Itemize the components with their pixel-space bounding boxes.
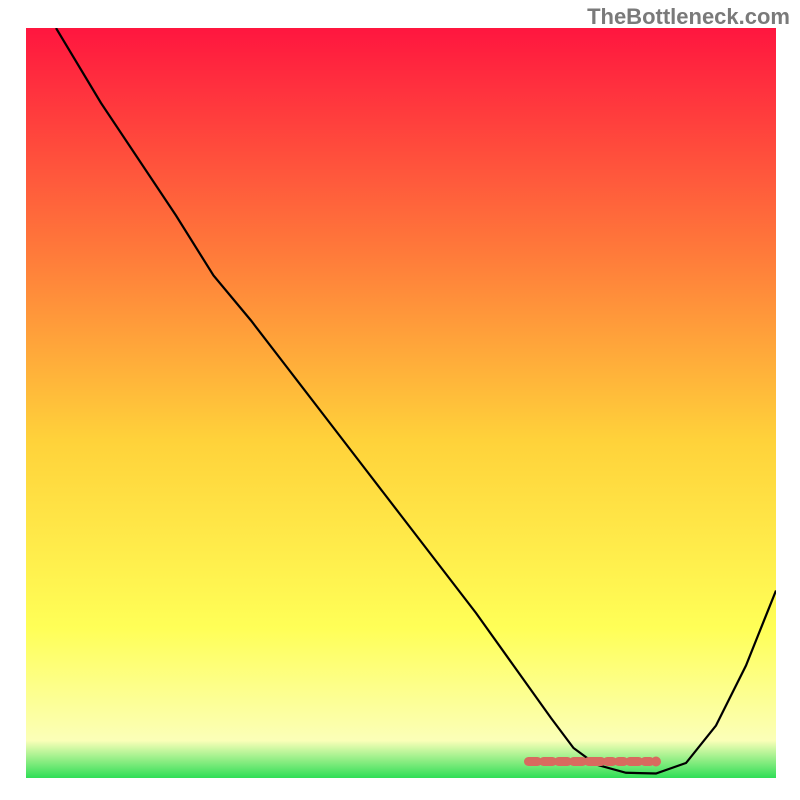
chart-plot-area — [26, 28, 776, 778]
chart-svg — [26, 28, 776, 778]
watermark-text: TheBottleneck.com — [587, 4, 790, 30]
optimal-range-marker — [529, 757, 662, 767]
optimal-range-end-dot — [651, 757, 661, 767]
gradient-background — [26, 28, 776, 778]
